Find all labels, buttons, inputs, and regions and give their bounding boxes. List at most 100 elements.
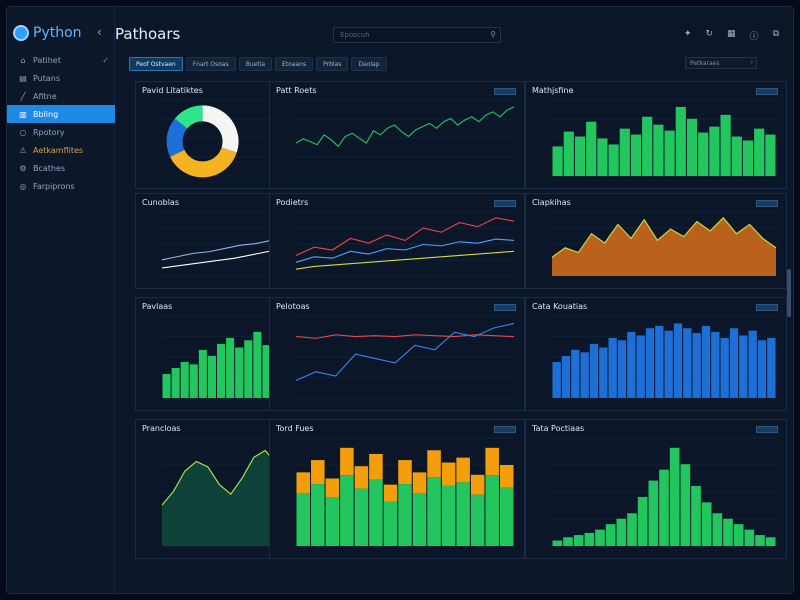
top-icons: ✦ ↻ ▦ ⓘ ⧉	[684, 29, 779, 42]
app-window: Python ⌂ Patihet ✓ ▤ Putans ╱ Afitne ▥ Bbling ○ Rp…	[6, 6, 794, 594]
bar	[757, 340, 767, 398]
chart-svg	[295, 211, 515, 277]
tab-2[interactable]: Buetia	[238, 57, 273, 71]
tab-4[interactable]: Prblas	[316, 57, 349, 71]
bar	[235, 347, 244, 398]
bar	[383, 484, 398, 502]
bar	[584, 532, 595, 546]
bar	[627, 331, 636, 398]
chart-card-11: Tata Poctiaas	[525, 419, 787, 559]
chart-icon: ╱	[20, 91, 26, 101]
chart-svg	[552, 99, 776, 177]
chart-svg	[296, 437, 514, 547]
tab-5[interactable]: Daolap	[351, 57, 387, 71]
pin-icon[interactable]: ✦	[684, 29, 692, 42]
bar	[198, 349, 207, 398]
calendar-icon[interactable]: ▦	[727, 29, 736, 42]
sidebar-item-3[interactable]: ▥ Bbling	[7, 105, 115, 123]
tab-3[interactable]: Etoaans	[275, 57, 314, 71]
bar	[427, 477, 441, 546]
bar	[226, 337, 235, 398]
top-bar: ‹ Pathoars Eposcuh ⚲ ✦ ↻ ▦ ⓘ ⧉	[97, 7, 793, 53]
bar	[580, 352, 589, 398]
page-title: Pathoars	[115, 25, 181, 43]
bar	[608, 144, 619, 176]
back-icon[interactable]: ‹	[97, 25, 102, 39]
bar	[755, 535, 765, 546]
bar	[398, 484, 412, 546]
bar	[765, 537, 776, 546]
bar	[648, 480, 659, 546]
python-logo-icon	[13, 25, 29, 41]
bar	[244, 340, 253, 398]
series-line	[295, 106, 515, 148]
bar	[561, 355, 571, 398]
sidebar-item-4[interactable]: ○ Rpotory	[7, 123, 115, 141]
bar	[692, 333, 701, 398]
sidebar-item-6[interactable]: ⚙ Bcathes	[7, 159, 115, 177]
settings-icon: ◎	[19, 181, 27, 191]
bar	[470, 474, 485, 495]
bar	[655, 325, 664, 398]
bar	[296, 472, 311, 493]
sidebar-item-label: Afitne	[33, 91, 57, 101]
sidebar-item-5[interactable]: ⚠ Aetkamflites	[7, 141, 115, 159]
bar	[637, 496, 648, 546]
bar	[729, 328, 739, 398]
bar	[653, 124, 664, 176]
scrollbar[interactable]	[787, 269, 791, 317]
sidebar-item-1[interactable]: ▤ Putans	[7, 69, 115, 87]
bar	[744, 529, 755, 546]
bar	[571, 349, 580, 398]
panel-select-value: Petkaraes	[690, 60, 720, 67]
bar	[340, 447, 354, 476]
search-icon[interactable]: ⚲	[490, 30, 496, 39]
bar	[754, 128, 765, 176]
bar	[731, 136, 742, 176]
panel-select[interactable]: Petkaraes ›	[685, 57, 757, 69]
bar	[340, 475, 354, 546]
sidebar-item-2[interactable]: ╱ Afitne	[7, 87, 115, 105]
bar	[630, 134, 642, 176]
chart-card-2: Mathjsfine	[525, 81, 787, 189]
bar	[499, 465, 514, 488]
sidebar: Python ⌂ Patihet ✓ ▤ Putans ╱ Afitne ▥ Bbling ○ Rp…	[7, 7, 115, 593]
help-icon[interactable]: ⓘ	[750, 29, 759, 42]
bar	[456, 457, 470, 483]
sidebar-item-0[interactable]: ⌂ Patihet ✓	[7, 51, 115, 69]
bar	[162, 373, 171, 398]
bar	[398, 460, 412, 485]
pie-slice	[202, 105, 239, 153]
bar	[673, 323, 683, 398]
bar	[189, 364, 198, 398]
search-input[interactable]: Eposcuh ⚲	[333, 27, 501, 43]
bar	[217, 343, 226, 398]
sidebar-item-7[interactable]: ◎ Farpiprons	[7, 177, 115, 195]
tab-1[interactable]: Fnart Osoas	[185, 57, 236, 71]
bar	[485, 475, 499, 546]
bar	[698, 132, 709, 176]
bar	[720, 114, 731, 176]
bar	[589, 343, 599, 398]
chart-card-10: Tord Fues	[269, 419, 525, 559]
tab-0[interactable]: Peof Ostvaen	[129, 57, 183, 71]
bar	[599, 347, 608, 398]
bar	[627, 513, 637, 546]
sidebar-item-label: Aetkamflites	[33, 145, 84, 155]
pie-slice	[169, 147, 237, 178]
bar	[574, 136, 586, 176]
sidebar-item-label: Farpiprons	[33, 181, 75, 191]
bar	[354, 466, 369, 489]
bar	[311, 460, 325, 485]
bar	[595, 529, 605, 546]
series-line	[295, 322, 515, 381]
chart-card-1: Patt Roets	[269, 81, 525, 189]
bar	[669, 447, 680, 546]
bar	[383, 501, 398, 546]
bar	[441, 462, 456, 486]
bar	[664, 130, 675, 176]
expand-icon[interactable]: ⧉	[773, 29, 779, 42]
brand[interactable]: Python	[13, 23, 82, 43]
bar	[739, 335, 748, 398]
refresh-icon[interactable]: ↻	[705, 29, 713, 42]
